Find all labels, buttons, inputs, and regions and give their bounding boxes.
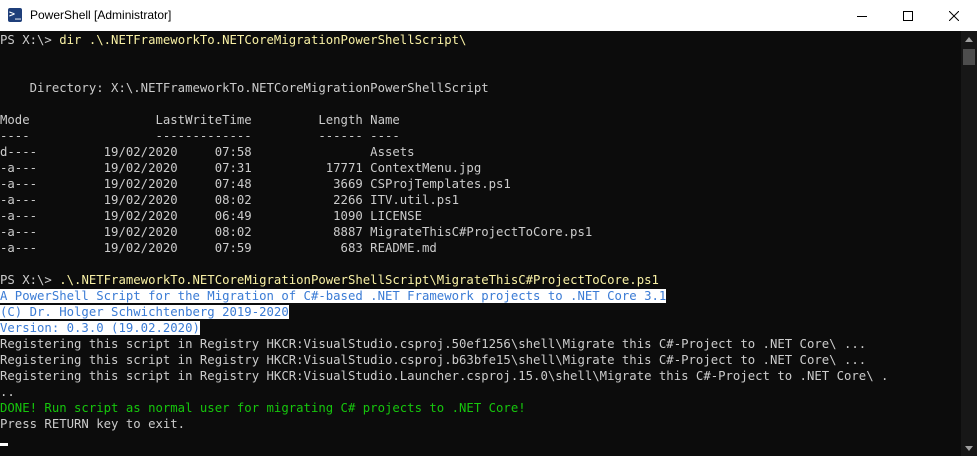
prompt: PS X:\> — [0, 273, 60, 287]
vertical-scrollbar[interactable] — [961, 31, 977, 456]
table-row: -a--- 19/02/2020 07:31 17771 ContextMenu… — [0, 161, 482, 175]
title-bar[interactable]: >_ PowerShell [Administrator] — [0, 0, 977, 31]
scrollbar-thumb[interactable] — [963, 49, 975, 65]
close-button[interactable] — [931, 0, 977, 31]
maximize-button[interactable] — [885, 0, 931, 31]
table-row: -a--- 19/02/2020 08:02 2266 ITV.util.ps1 — [0, 193, 460, 207]
powershell-window: >_ PowerShell [Administrator] PS X:\> di… — [0, 0, 977, 456]
selected-text: Version: 0.3.0 (19.02.2020) — [0, 321, 200, 335]
output-line: Press RETURN key to exit. — [0, 417, 186, 431]
selected-output-line: (C) Dr. Holger Schwichtenberg 2019-2020 — [0, 304, 289, 320]
minimize-button[interactable] — [839, 0, 885, 31]
table-row: -a--- 19/02/2020 07:48 3669 CSProjTempla… — [0, 177, 511, 191]
table-row: -a--- 19/02/2020 06:49 1090 LICENSE — [0, 209, 422, 223]
table-row: -a--- 19/02/2020 07:59 683 README.md — [0, 241, 437, 255]
output-line: Registering this script in Registry HKCR… — [0, 353, 867, 367]
directory-header: Directory: X:\.NETFrameworkTo.NETCoreMig… — [0, 81, 489, 95]
selected-output-line: Version: 0.3.0 (19.02.2020) — [0, 320, 200, 336]
output-line: Registering this script in Registry HKCR… — [0, 369, 889, 383]
command-line-dir: PS X:\> dir .\.NETFrameworkTo.NETCoreMig… — [0, 32, 466, 48]
text-cursor — [0, 443, 8, 446]
scroll-up-button[interactable] — [961, 31, 977, 47]
command-text: dir .\.NETFrameworkTo.NETCoreMigrationPo… — [59, 33, 467, 47]
output-line: .. — [0, 385, 15, 399]
selected-text: A PowerShell Script for the Migration of… — [0, 289, 667, 303]
selected-output-line: A PowerShell Script for the Migration of… — [0, 288, 667, 304]
command-line-run-script: PS X:\> .\.NETFrameworkTo.NETCoreMigrati… — [0, 272, 659, 288]
table-row: d---- 19/02/2020 07:58 Assets — [0, 145, 415, 159]
powershell-icon: >_ — [8, 8, 22, 22]
output-line: Registering this script in Registry HKCR… — [0, 337, 867, 351]
table-row: -a--- 19/02/2020 08:02 8887 MigrateThisC… — [0, 225, 593, 239]
selected-text: (C) Dr. Holger Schwichtenberg 2019-2020 — [0, 305, 289, 319]
chevron-down-icon — [965, 445, 973, 451]
maximize-icon — [903, 10, 913, 21]
prompt: PS X:\> — [0, 33, 60, 47]
minimize-icon — [857, 15, 867, 17]
scroll-down-button[interactable] — [961, 440, 977, 456]
window-title: PowerShell [Administrator] — [30, 8, 172, 22]
terminal-output[interactable]: PS X:\> dir .\.NETFrameworkTo.NETCoreMig… — [0, 31, 961, 456]
close-icon — [949, 10, 959, 21]
success-message: DONE! Run script as normal user for migr… — [0, 401, 526, 415]
table-header: Mode LastWriteTime Length Name — [0, 113, 400, 127]
table-header-underline: ---- ------------- ------ ---- — [0, 129, 400, 143]
chevron-up-icon — [965, 36, 973, 42]
command-text: .\.NETFrameworkTo.NETCoreMigrationPowerS… — [59, 273, 659, 287]
